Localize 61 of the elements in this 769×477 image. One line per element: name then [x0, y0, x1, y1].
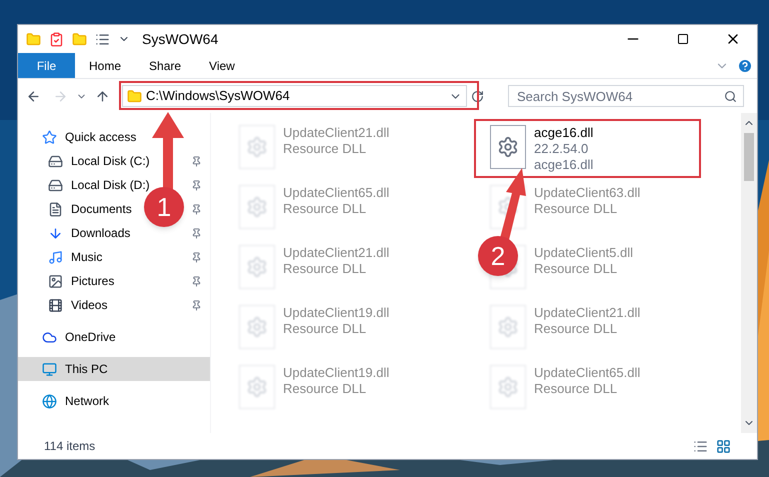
- sidebar-item[interactable]: Music: [48, 248, 102, 266]
- file-detail: Resource DLL: [534, 201, 618, 217]
- scrollbar[interactable]: [741, 113, 757, 433]
- maximize-icon[interactable]: [677, 33, 689, 45]
- file-detail: acge16.dll: [534, 157, 594, 173]
- sidebar-item[interactable]: This PC: [18, 357, 210, 381]
- drive-icon: [48, 178, 63, 192]
- file-icon: [239, 245, 275, 289]
- file-icon: [490, 365, 526, 409]
- file-name[interactable]: acge16.dll: [534, 125, 594, 141]
- music-note-icon: [48, 250, 63, 264]
- file-icon: [239, 365, 275, 409]
- document-icon: [48, 202, 63, 216]
- sidebar-item[interactable]: Quick access: [18, 125, 210, 149]
- sidebar-item[interactable]: Local Disk (C:): [48, 152, 150, 170]
- file-detail: Resource DLL: [283, 141, 368, 157]
- ribbon-tab[interactable]: Share: [135, 53, 196, 78]
- download-icon: [48, 226, 63, 240]
- network-icon: [42, 394, 57, 408]
- sidebar-item[interactable]: Downloads: [48, 224, 130, 242]
- file-detail: Resource DLL: [283, 201, 368, 217]
- file-icon: [239, 305, 275, 349]
- file-detail: Resource DLL: [534, 321, 618, 337]
- folder-icon: [127, 88, 142, 104]
- ribbon-tab[interactable]: File: [18, 53, 75, 78]
- refresh-icon[interactable]: [471, 90, 484, 102]
- ribbon-tab[interactable]: View: [195, 53, 249, 78]
- view-options-icon[interactable]: [95, 32, 110, 46]
- film-icon: [48, 298, 63, 312]
- file-detail: Resource DLL: [283, 381, 368, 397]
- file-icon: [490, 125, 526, 169]
- drive-icon: [48, 154, 63, 168]
- search-field[interactable]: Search SysWOW64: [508, 85, 744, 107]
- item-count: 114 items: [44, 438, 96, 455]
- file-icon: [490, 305, 526, 349]
- sidebar-item[interactable]: Pictures: [48, 272, 114, 290]
- address-field[interactable]: C:\Windows\SysWOW64: [122, 85, 467, 107]
- file-detail: Resource DLL: [283, 261, 368, 277]
- sidebar-item[interactable]: OneDrive: [18, 325, 210, 349]
- help-icon[interactable]: [737, 58, 753, 74]
- back-icon[interactable]: [26, 88, 41, 104]
- picture-icon: [48, 274, 63, 288]
- details-view-icon[interactable]: [693, 438, 708, 454]
- cloud-icon: [42, 330, 57, 344]
- scrollbar-thumb[interactable]: [744, 133, 754, 181]
- star-icon: [42, 130, 57, 144]
- ribbon-tab[interactable]: Home: [75, 53, 136, 78]
- file-detail: Resource DLL: [534, 381, 618, 397]
- up-icon[interactable]: [95, 88, 110, 104]
- file-detail: Resource DLL: [283, 321, 368, 337]
- monitor-icon: [42, 362, 57, 376]
- large-icons-view-icon[interactable]: [716, 438, 731, 454]
- window-title: SysWOW64: [142, 30, 218, 49]
- sidebar-item[interactable]: Videos: [48, 296, 108, 314]
- sidebar-item[interactable]: Network: [18, 389, 210, 413]
- file-detail: 22.2.54.0: [534, 141, 590, 157]
- sidebar-item[interactable]: Documents: [48, 200, 132, 218]
- file-icon: [239, 125, 275, 169]
- file-detail: Resource DLL: [534, 261, 618, 277]
- search-icon[interactable]: [724, 90, 737, 103]
- file-icon: [239, 185, 275, 229]
